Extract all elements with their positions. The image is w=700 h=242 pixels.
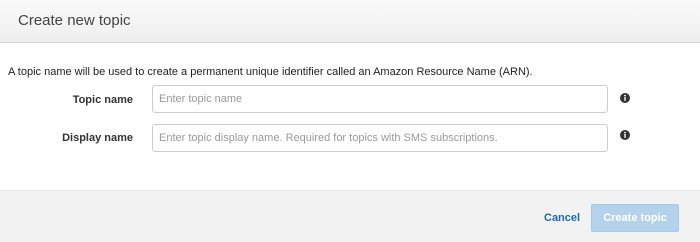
topic-name-info-icon[interactable] bbox=[620, 93, 630, 103]
dialog-title: Create new topic bbox=[18, 12, 131, 29]
create-topic-button[interactable]: Create topic bbox=[591, 204, 679, 232]
display-name-label: Display name bbox=[62, 132, 133, 144]
topic-name-input[interactable] bbox=[152, 85, 608, 113]
cancel-button[interactable]: Cancel bbox=[544, 212, 580, 224]
dialog-footer: Cancel Create topic bbox=[0, 190, 700, 242]
intro-text: A topic name will be used to create a pe… bbox=[8, 66, 533, 78]
display-name-input[interactable] bbox=[152, 124, 608, 152]
topic-name-label: Topic name bbox=[72, 94, 133, 106]
dialog-header: Create new topic bbox=[0, 0, 700, 43]
create-topic-dialog: Create new topic A topic name will be us… bbox=[0, 0, 700, 242]
display-name-info-icon[interactable] bbox=[620, 130, 630, 140]
